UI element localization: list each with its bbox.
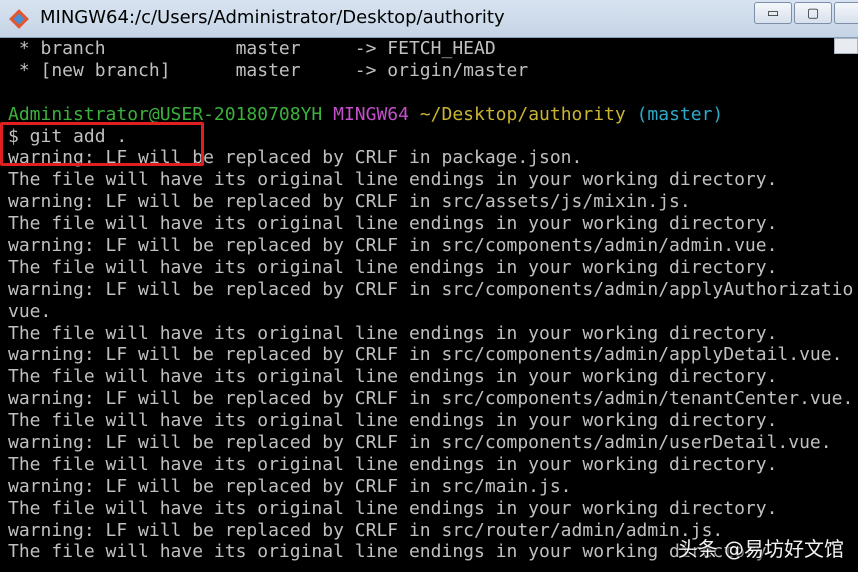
terminal-line: The file will have its original line end… <box>8 497 778 519</box>
window-controls: ▭ ▢ <box>754 0 858 30</box>
terminal-output[interactable]: * branch master -> FETCH_HEAD * [new bra… <box>0 38 858 572</box>
terminal-line: warning: LF will be replaced by CRLF in … <box>8 278 854 300</box>
minimize-icon: ▭ <box>766 5 780 21</box>
terminal-line: The file will have its original line end… <box>8 322 778 344</box>
title-bar[interactable]: MINGW64:/c/Users/Administrator/Desktop/a… <box>0 0 858 38</box>
terminal-line: The file will have its original line end… <box>8 453 778 475</box>
window-title: MINGW64:/c/Users/Administrator/Desktop/a… <box>40 7 505 28</box>
terminal-line: The file will have its original line end… <box>8 256 778 278</box>
terminal-window: MINGW64:/c/Users/Administrator/Desktop/a… <box>0 0 858 572</box>
prompt-shell: MINGW64 <box>333 103 409 125</box>
terminal-line: vue. <box>8 300 52 322</box>
maximize-button[interactable]: ▢ <box>794 2 832 24</box>
maximize-icon: ▢ <box>806 5 820 21</box>
terminal-line: * branch master -> FETCH_HEAD <box>8 38 496 59</box>
prompt-path: ~/Desktop/authority <box>419 103 626 125</box>
terminal-line: warning: LF will be replaced by CRLF in … <box>8 388 854 410</box>
close-button[interactable] <box>834 2 858 24</box>
terminal-line: The file will have its original line end… <box>8 169 778 191</box>
terminal-line: warning: LF will be replaced by CRLF in … <box>8 344 843 366</box>
minimize-button[interactable]: ▭ <box>754 2 792 24</box>
terminal-line: warning: LF will be replaced by CRLF in … <box>8 432 832 454</box>
scroll-up-button[interactable] <box>834 38 858 54</box>
watermark: 头条 @易坊好文馆 <box>677 537 844 561</box>
terminal-line: The file will have its original line end… <box>8 213 778 235</box>
scrollbar[interactable] <box>834 38 858 572</box>
terminal-line: * [new branch] master -> origin/master <box>8 59 529 81</box>
prompt-branch: (master) <box>636 103 724 125</box>
terminal-line: warning: LF will be replaced by CRLF in … <box>8 475 572 497</box>
terminal-line: warning: LF will be replaced by CRLF in … <box>8 191 691 213</box>
terminal-line: The file will have its original line end… <box>8 366 778 388</box>
git-bash-icon <box>9 9 29 29</box>
command-highlight-box <box>0 122 204 166</box>
terminal-line: warning: LF will be replaced by CRLF in … <box>8 235 778 257</box>
terminal-line: The file will have its original line end… <box>8 410 778 432</box>
